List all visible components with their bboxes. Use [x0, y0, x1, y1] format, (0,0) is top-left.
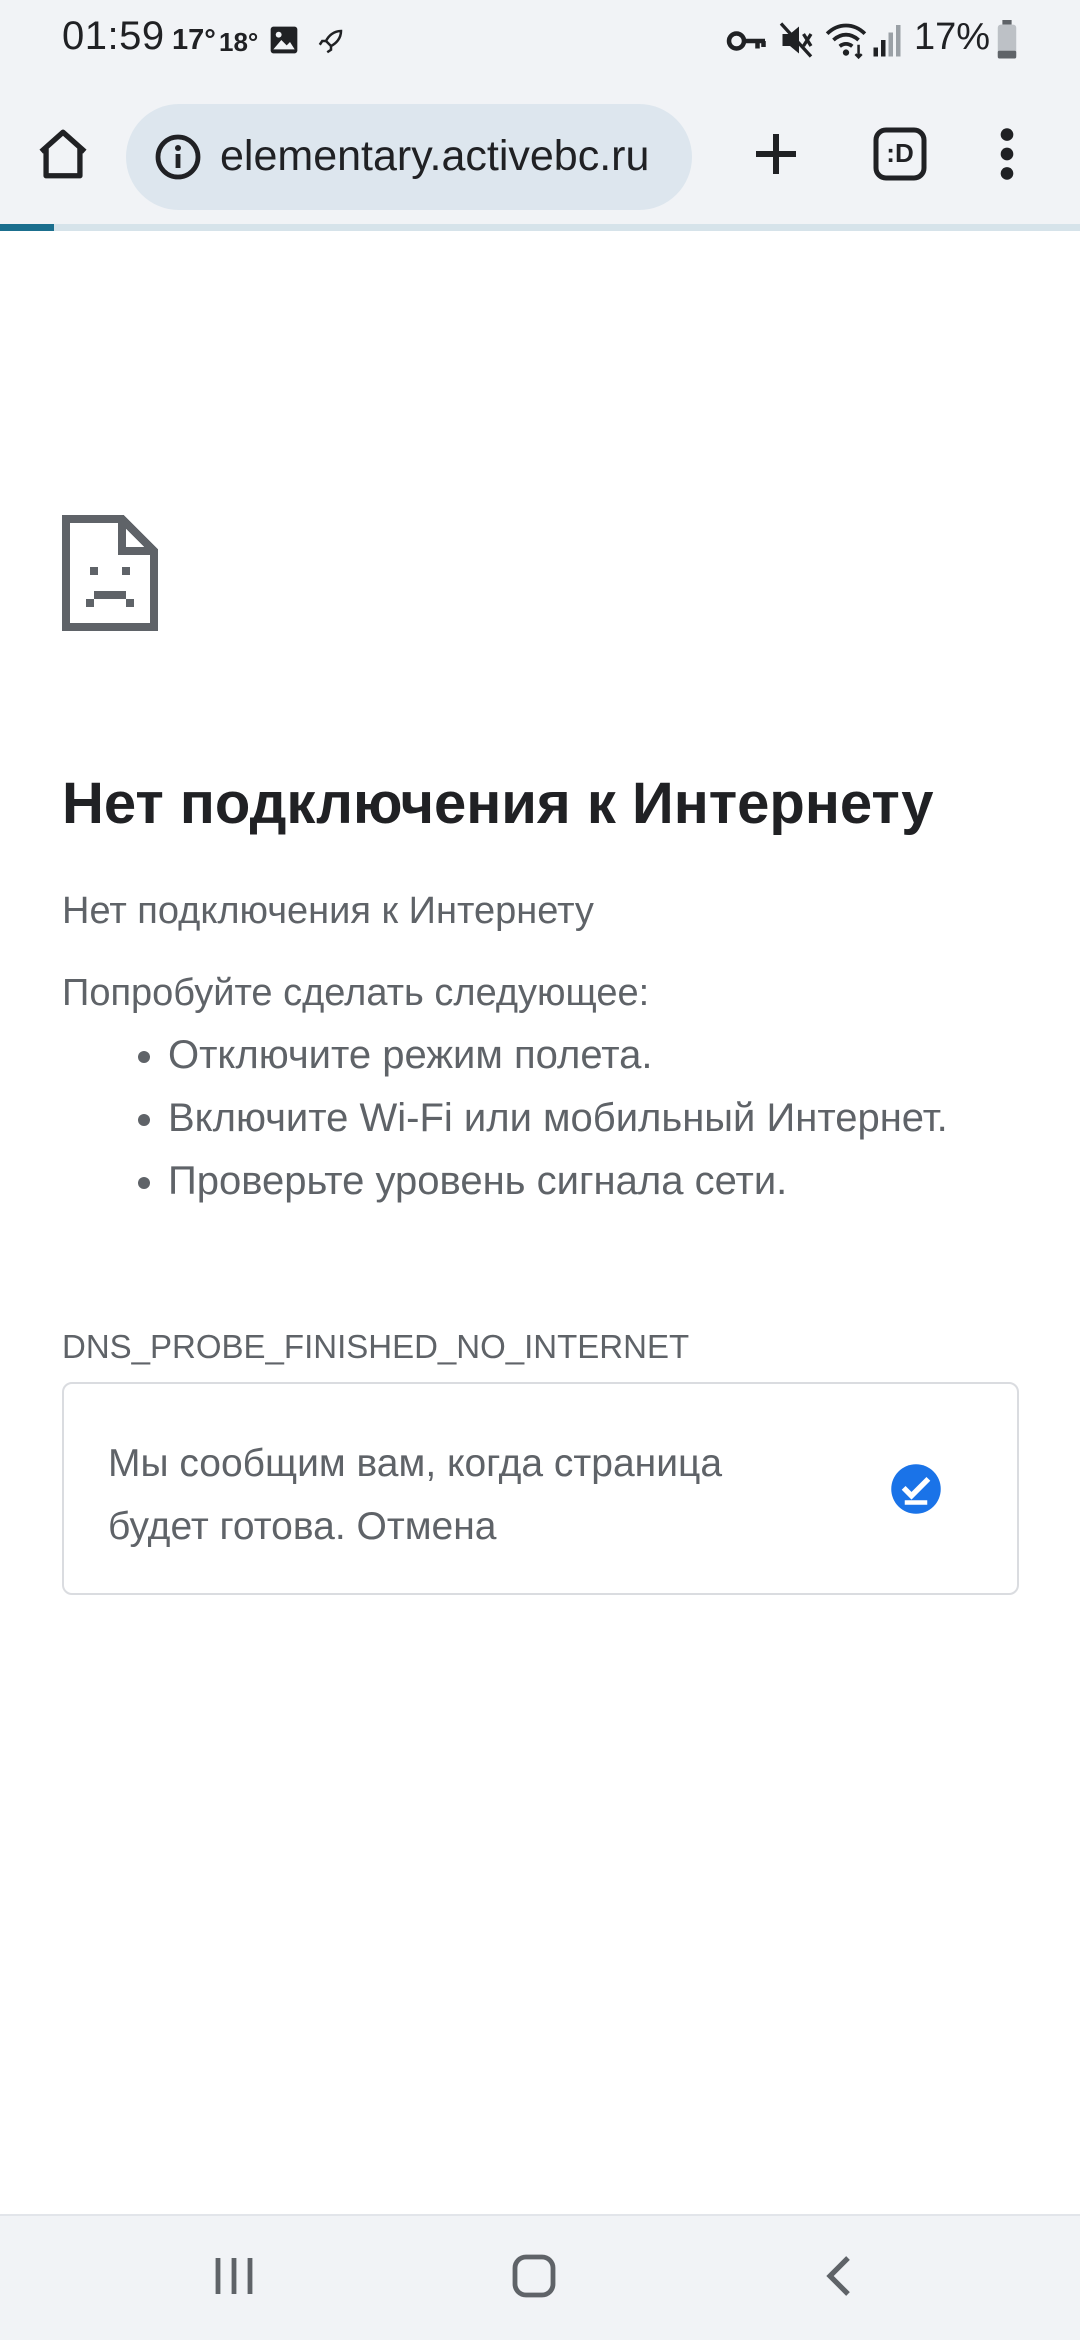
status-time: 01:59 — [62, 14, 165, 58]
back-icon[interactable] — [820, 2252, 856, 2305]
tab-switcher-icon[interactable]: :D — [872, 126, 928, 182]
tab-switcher-label: :D — [886, 138, 914, 168]
new-tab-icon[interactable] — [746, 124, 806, 189]
battery-percent: 17% — [913, 16, 990, 58]
rocket-icon — [316, 26, 346, 61]
status-temp-2: 18° — [219, 27, 259, 57]
suggestion-item: Включите Wi-Fi или мобильный Интернет. — [168, 1087, 1022, 1150]
vpn-key-icon — [726, 26, 768, 61]
suggestion-item: Проверьте уровень сигнала сети. — [168, 1150, 1022, 1213]
page-load-progress-fill — [0, 224, 54, 231]
signal-icon — [872, 20, 902, 65]
image-icon — [268, 24, 300, 61]
url-text[interactable]: elementary.activebc.ru — [220, 132, 649, 181]
battery-icon — [996, 20, 1018, 65]
error-code: DNS_PROBE_FINISHED_NO_INTERNET — [62, 1328, 690, 1365]
info-icon[interactable] — [154, 133, 202, 186]
notify-message[interactable]: Мы сообщим вам, когда страница будет гот… — [108, 1432, 828, 1558]
home-icon[interactable] — [34, 125, 92, 188]
check-circle-icon — [889, 1462, 943, 1521]
address-bar[interactable]: elementary.activebc.ru — [126, 104, 692, 210]
suggestions-list: Отключите режим полета. Включите Wi-Fi и… — [62, 1024, 1022, 1213]
suggestions-heading: Попробуйте сделать следующее: — [62, 972, 650, 1014]
system-nav-bar — [0, 2214, 1080, 2340]
page-title: Нет подключения к Интернету — [62, 771, 934, 836]
more-menu-icon[interactable] — [990, 124, 1024, 189]
browser-toolbar: elementary.activebc.ru :D — [0, 82, 1080, 231]
suggestion-item: Отключите режим полета. — [168, 1024, 1022, 1087]
status-temp-1: 17° — [172, 24, 216, 56]
page-subtitle: Нет подключения к Интернету — [62, 890, 594, 932]
sad-document-icon — [62, 515, 158, 636]
mute-icon — [778, 20, 814, 65]
offline-notify-card: Мы сообщим вам, когда страница будет гот… — [62, 1382, 1019, 1595]
home-nav-icon[interactable] — [510, 2252, 558, 2305]
wifi-icon — [824, 20, 868, 65]
page-load-progress — [0, 224, 1080, 231]
status-bar: 01:59 17° 18° 17% — [0, 0, 1080, 82]
recents-icon[interactable] — [212, 2252, 256, 2305]
